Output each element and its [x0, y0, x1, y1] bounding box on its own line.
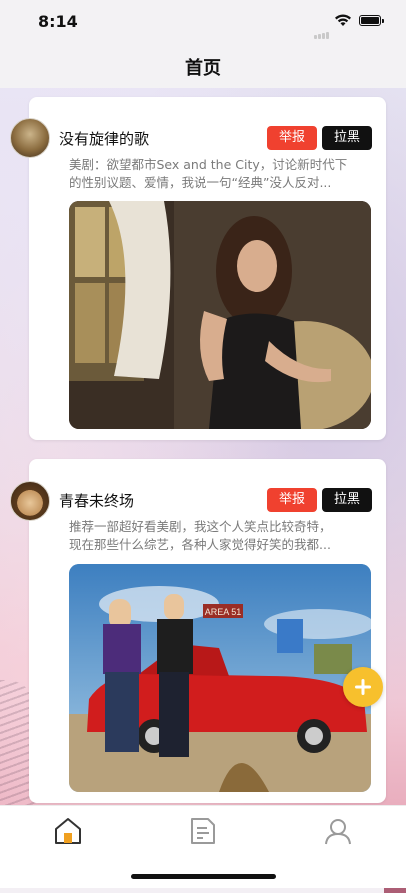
post-photo-illustration: AREA 51: [69, 564, 371, 792]
post-username[interactable]: 没有旋律的歌: [59, 128, 149, 149]
profile-icon[interactable]: [323, 816, 353, 846]
post-photo-illustration: [69, 201, 371, 429]
user-avatar[interactable]: [10, 481, 50, 521]
status-bar: 8:14: [0, 0, 406, 44]
post-excerpt: 推荐一部超好看美剧，我这个人笑点比较奇特， 现在那些什么综艺，各种人家觉得好笑的…: [69, 518, 371, 554]
post-photo[interactable]: [69, 201, 371, 429]
post-excerpt-line: 的性别议题、爱情，我说一句“经典”没人反对...: [69, 175, 332, 190]
post-excerpt-line: 美剧：欲望都市Sex and the City，讨论新时代下: [69, 157, 348, 172]
user-avatar[interactable]: [10, 118, 50, 158]
cellular-signal-icon: [314, 20, 330, 39]
post-excerpt-line: 推荐一部超好看美剧，我这个人笑点比较奇特，: [69, 519, 332, 534]
home-indicator[interactable]: [131, 874, 276, 879]
home-icon[interactable]: [53, 816, 83, 846]
post-card[interactable]: 没有旋律的歌 举报 拉黑 美剧：欲望都市Sex and the City，讨论新…: [29, 97, 386, 440]
status-time: 8:14: [38, 12, 78, 31]
home-indicator-area: [0, 855, 406, 888]
plus-icon: [355, 679, 371, 695]
post-excerpt-line: 现在那些什么综艺，各种人家觉得好笑的我都...: [69, 537, 331, 552]
add-post-button[interactable]: [343, 667, 383, 707]
report-button[interactable]: 举报: [267, 488, 317, 512]
block-button[interactable]: 拉黑: [322, 488, 372, 512]
post-username[interactable]: 青春未终场: [59, 490, 134, 511]
post-photo[interactable]: AREA 51: [69, 564, 371, 792]
block-button[interactable]: 拉黑: [322, 126, 372, 150]
photo-sign-text: AREA 51: [205, 607, 242, 617]
document-icon[interactable]: [187, 816, 217, 846]
post-card[interactable]: 青春未终场 举报 拉黑 推荐一部超好看美剧，我这个人笑点比较奇特， 现在那些什么…: [29, 459, 386, 803]
report-button[interactable]: 举报: [267, 126, 317, 150]
battery-icon: [359, 15, 384, 26]
navigation-bar: 首页: [0, 44, 406, 88]
tab-bar: [0, 805, 406, 856]
wifi-icon: [335, 14, 351, 26]
post-excerpt: 美剧：欲望都市Sex and the City，讨论新时代下 的性别议题、爱情，…: [69, 156, 371, 192]
page-title: 首页: [185, 58, 221, 79]
